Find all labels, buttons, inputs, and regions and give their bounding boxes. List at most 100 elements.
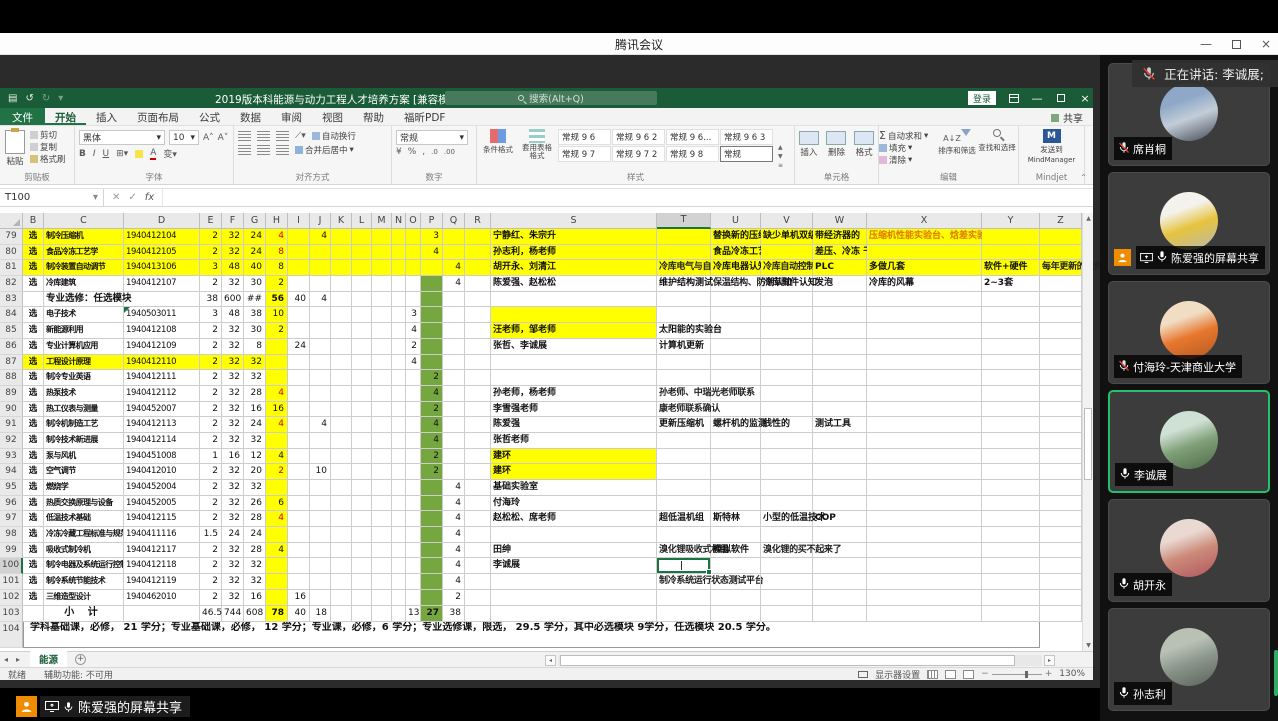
grid-cell-G87[interactable]: 32: [244, 355, 266, 371]
fill-button[interactable]: 填充▾: [879, 142, 937, 154]
grid-cell-M85[interactable]: [372, 323, 392, 339]
grid-cell-T93[interactable]: [657, 449, 711, 465]
grid-cell-L94[interactable]: [352, 464, 372, 480]
grid-cell-M88[interactable]: [372, 370, 392, 386]
grid-cell-Z94[interactable]: [1040, 464, 1082, 480]
grid-cell-M89[interactable]: [372, 386, 392, 402]
participant-tile-1[interactable]: 陈爱强的屏幕共享: [1108, 172, 1270, 275]
cut-button[interactable]: 剪切: [30, 129, 66, 141]
grid-cell-E85[interactable]: 2: [200, 323, 222, 339]
grid-cell-S96[interactable]: 付海玲: [491, 496, 657, 512]
grid-cell-E79[interactable]: 2: [200, 229, 222, 245]
grid-cell-Z95[interactable]: [1040, 480, 1082, 496]
grid-cell-Y80[interactable]: [982, 245, 1040, 261]
grid-cell-L96[interactable]: [352, 496, 372, 512]
grid-cell-D94[interactable]: 1940412010: [124, 464, 200, 480]
vertical-scrollbar[interactable]: ▲ ▼: [1082, 213, 1093, 651]
grid-cell-O79[interactable]: [406, 229, 421, 245]
grid-cell-E81[interactable]: 3: [200, 260, 222, 276]
grid-cell-K93[interactable]: [331, 449, 352, 465]
row-header-91[interactable]: 91: [0, 417, 23, 433]
copy-button[interactable]: 复制: [30, 141, 66, 153]
align-center-icon[interactable]: [257, 145, 270, 155]
grid-cell-T96[interactable]: [657, 496, 711, 512]
grid-cell-Z85[interactable]: [1040, 323, 1082, 339]
grid-cell-P82[interactable]: [421, 276, 443, 292]
grid-cell-F91[interactable]: 32: [222, 417, 244, 433]
grid-cell-R86[interactable]: [465, 339, 491, 355]
grid-cell-K103[interactable]: [331, 606, 352, 622]
grid-cell-O91[interactable]: [406, 417, 421, 433]
grid-cell-J88[interactable]: [310, 370, 331, 386]
column-header-Q[interactable]: Q: [443, 213, 465, 229]
grid-cell-Z90[interactable]: [1040, 402, 1082, 418]
grid-cell-M84[interactable]: [372, 307, 392, 323]
grid-cell-Y90[interactable]: [982, 402, 1040, 418]
column-header-E[interactable]: E: [200, 213, 222, 229]
grid-cell-O87[interactable]: 4: [406, 355, 421, 371]
grid-cell-U86[interactable]: [711, 339, 761, 355]
grid-cell-Y79[interactable]: [982, 229, 1040, 245]
style-chip[interactable]: 常规 9 6...: [666, 129, 719, 145]
collapse-ribbon-icon[interactable]: ⌃: [1080, 173, 1087, 182]
grid-cell-M100[interactable]: [372, 558, 392, 574]
grid-cell-V87[interactable]: [761, 355, 813, 371]
grid-cell-B93[interactable]: 选: [23, 449, 44, 465]
grid-cell-K91[interactable]: [331, 417, 352, 433]
wrap-text-button[interactable]: 自动换行: [312, 130, 356, 142]
grid-cell-G92[interactable]: 32: [244, 433, 266, 449]
grid-cell-D99[interactable]: 1940412117: [124, 543, 200, 559]
grid-cell-K92[interactable]: [331, 433, 352, 449]
ribbon-tab-5[interactable]: 数据: [230, 108, 271, 125]
grid-cell-J96[interactable]: [310, 496, 331, 512]
grid-cell-C95[interactable]: 燃烧学: [44, 480, 124, 496]
grid-cell-D82[interactable]: 1940412107: [124, 276, 200, 292]
comma-icon[interactable]: ,: [422, 147, 425, 157]
grid-cell-P84[interactable]: [421, 307, 443, 323]
grid-cell-Z89[interactable]: [1040, 386, 1082, 402]
grid-cell-E100[interactable]: 2: [200, 558, 222, 574]
grid-cell-N79[interactable]: [392, 229, 406, 245]
grid-cell-Q87[interactable]: [443, 355, 465, 371]
grid-cell-V97[interactable]: 小型的低温技术: [761, 511, 813, 527]
grid-cell-L88[interactable]: [352, 370, 372, 386]
grid-cell-V93[interactable]: [761, 449, 813, 465]
grid-cell-U94[interactable]: [711, 464, 761, 480]
cells-删除-button[interactable]: 删除: [826, 131, 846, 158]
grid-cell-M97[interactable]: [372, 511, 392, 527]
grid-cell-X95[interactable]: [867, 480, 982, 496]
grid-cell-M94[interactable]: [372, 464, 392, 480]
grid-cell-T81[interactable]: 冷库电气与自动控制认知实训: [657, 260, 711, 276]
column-header-H[interactable]: H: [266, 213, 288, 229]
number-format-select[interactable]: 常规▾: [396, 130, 468, 145]
grid-cell-O83[interactable]: [406, 292, 421, 308]
grid-cell-D98[interactable]: 1940411116: [124, 527, 200, 543]
grid-cell-Y98[interactable]: [982, 527, 1040, 543]
font-size-select[interactable]: 10▾: [169, 130, 199, 145]
grid-cell-Y101[interactable]: [982, 574, 1040, 590]
grid-cell-S101[interactable]: [491, 574, 657, 590]
grid-cell-O99[interactable]: [406, 543, 421, 559]
participant-tile-2[interactable]: 付海玲-天津商业大学: [1108, 281, 1270, 384]
grid-cell-J91[interactable]: 4: [310, 417, 331, 433]
grid-cell-Q100[interactable]: 4: [443, 558, 465, 574]
page-layout-view-icon[interactable]: [945, 670, 956, 679]
grid-cell-B84[interactable]: 选: [23, 307, 44, 323]
grid-cell-Y87[interactable]: [982, 355, 1040, 371]
grid-cell-E90[interactable]: 2: [200, 402, 222, 418]
grid-cell-I82[interactable]: [288, 276, 310, 292]
grid-cell-C83[interactable]: 专业选修：任选模块: [44, 292, 124, 308]
grid-cell-P98[interactable]: [421, 527, 443, 543]
grid-cell-H94[interactable]: 2: [266, 464, 288, 480]
grid-cell-H81[interactable]: 8: [266, 260, 288, 276]
grid-cell-Y85[interactable]: [982, 323, 1040, 339]
grid-cell-Q82[interactable]: 4: [443, 276, 465, 292]
grid-cell-Y83[interactable]: [982, 292, 1040, 308]
grid-cell-R103[interactable]: [465, 606, 491, 622]
grid-cell-I87[interactable]: [288, 355, 310, 371]
row-header-104[interactable]: 104: [0, 622, 23, 648]
zoom-level[interactable]: 130%: [1059, 669, 1085, 679]
grid-cell-O95[interactable]: [406, 480, 421, 496]
grid-cell-B86[interactable]: 选: [23, 339, 44, 355]
gallery-up-icon[interactable]: ▲: [778, 144, 783, 151]
